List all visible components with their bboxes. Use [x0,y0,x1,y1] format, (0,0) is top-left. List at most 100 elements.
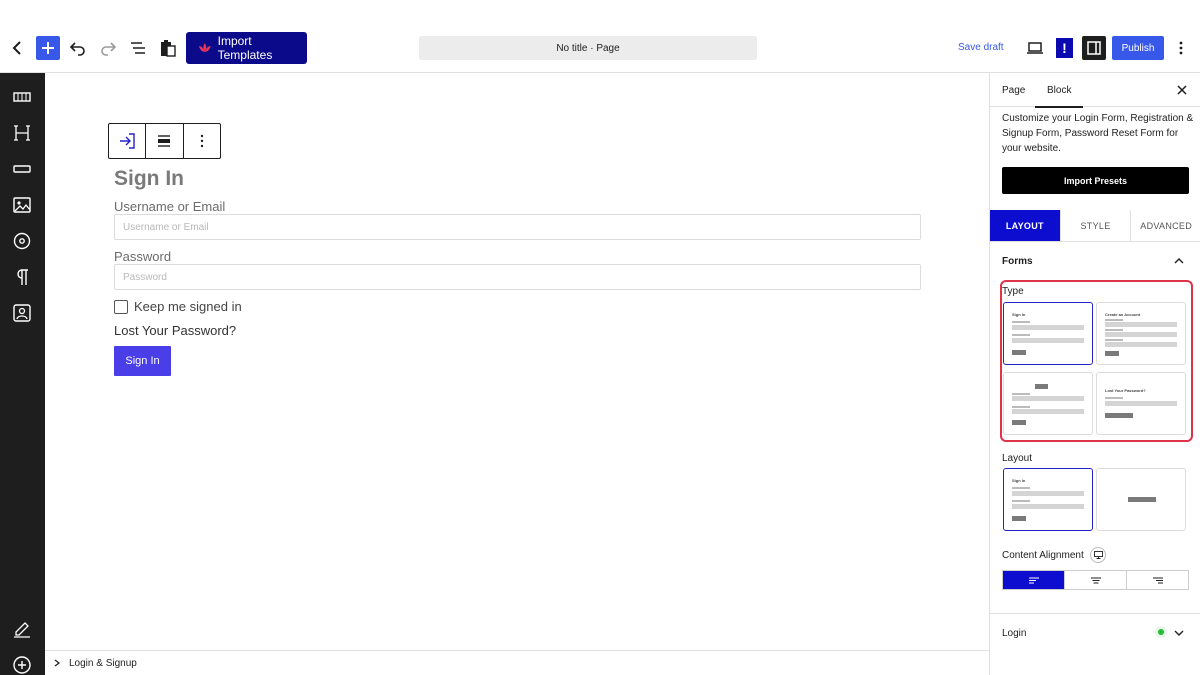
tab-style[interactable]: STYLE [1061,210,1132,241]
layout-label: Layout [1002,453,1033,464]
type-label: Type [1002,286,1024,297]
sign-in-button[interactable]: Sign In [114,346,171,376]
rail-edit-button[interactable] [12,619,32,639]
heading-icon [14,125,30,141]
thumb-line [1012,500,1030,502]
rail-item-image[interactable] [12,195,32,215]
redo-icon [101,42,117,56]
tab-advanced[interactable]: ADVANCED [1131,210,1200,241]
thumb-title: Lost Your Password? [1105,388,1146,393]
align-button[interactable] [146,124,184,158]
undo-button[interactable] [66,34,90,62]
thumb-line [1012,393,1030,395]
thumb-title: Sign In [1012,312,1026,317]
align-center-icon [1090,577,1101,583]
sidebar-tabs: Page Block [990,73,1200,108]
align-left-icon [1028,577,1039,583]
lost-password-link[interactable]: Lost Your Password? [114,323,236,338]
type-option-lost-password[interactable]: Lost Your Password? [1096,372,1186,435]
undo-icon [69,42,85,56]
thumb-field [1105,332,1177,337]
thumb-field [1105,322,1177,327]
align-right-button[interactable] [1127,571,1188,589]
thumb-title: Sign In [1012,478,1026,483]
rail-add-button[interactable] [12,655,32,675]
form-title: Sign In [114,167,184,190]
thumb-button [1012,516,1026,521]
document-title[interactable]: No title · Page [419,36,757,60]
settings-toggle-button[interactable] [1082,36,1106,60]
block-type-button[interactable] [109,124,147,158]
layout-option-inline[interactable]: Sign In [1003,468,1093,531]
remember-me-row: Keep me signed in [114,299,242,314]
desktop-icon [1093,551,1103,559]
password-input[interactable]: Password [114,264,921,290]
chevron-up-icon[interactable] [1174,256,1184,266]
plugin-alert-button[interactable]: ! [1056,38,1073,58]
options-menu-button[interactable] [1172,36,1190,60]
block-options-button[interactable] [184,124,220,158]
import-templates-button[interactable]: Import Templates [186,32,307,64]
rail-item-profile[interactable] [12,303,32,323]
add-circle-icon [13,656,31,674]
thumb-line [1012,334,1030,336]
align-justify-icon [158,135,171,147]
thumb-button [1012,420,1026,425]
align-center-button[interactable] [1065,571,1127,589]
disc-icon [13,232,31,250]
thumb-button [1105,351,1119,356]
rail-item-media[interactable] [12,231,32,251]
tab-layout[interactable]: LAYOUT [990,210,1061,241]
section-divider [990,613,1200,614]
rail-item-heading[interactable] [12,123,32,143]
tab-block[interactable]: Block [1034,85,1085,108]
password-label: Password [114,249,172,264]
login-icon [120,133,135,149]
chevron-left-icon [12,41,21,55]
type-option-sign-in[interactable]: Sign In [1003,302,1093,365]
thumb-button [1128,497,1156,502]
block-toolbar [108,123,221,159]
import-presets-button[interactable]: Import Presets [1002,167,1189,194]
thumb-field [1012,409,1084,414]
username-input[interactable]: Username or Email [114,214,921,240]
align-left-button[interactable] [1003,571,1065,589]
breadcrumb-item[interactable]: Login & Signup [69,658,137,669]
thumb-field [1012,396,1084,401]
vertical-ellipsis-icon [1179,41,1183,55]
publish-button[interactable]: Publish [1112,36,1164,60]
remember-me-checkbox[interactable] [114,299,128,314]
rail-item-slider[interactable] [12,87,32,107]
rail-item-button[interactable] [12,159,32,179]
thumb-line [1012,487,1030,489]
thumb-line [1012,321,1030,323]
thumb-field [1012,491,1084,496]
type-option-login-register-tabs[interactable] [1003,372,1093,435]
thumb-field [1105,401,1177,406]
chevron-down-icon[interactable] [1174,628,1184,638]
editor-canvas: Sign In Username or Email Username or Em… [45,73,989,650]
image-icon [13,197,31,213]
document-overview-button[interactable] [126,34,150,62]
close-icon[interactable] [1176,84,1188,96]
forms-section-toggle[interactable]: Forms [1002,256,1033,267]
clipboard-button[interactable] [156,34,180,62]
back-button[interactable] [6,34,30,62]
add-block-button[interactable] [36,36,60,60]
plus-icon [42,42,54,54]
layout-option-popup[interactable] [1096,468,1186,531]
rail-item-paragraph[interactable] [12,267,32,287]
login-section-toggle[interactable]: Login [1002,628,1026,639]
preview-button[interactable] [1024,38,1046,58]
type-option-register[interactable]: Create an Account [1096,302,1186,365]
block-breadcrumb: Login & Signup [45,650,989,675]
responsive-toggle[interactable] [1090,547,1106,563]
save-draft-button[interactable]: Save draft [958,42,1004,53]
tab-page[interactable]: Page [1002,85,1025,96]
thumb-button [1012,350,1026,355]
top-toolbar: Import Templates No title · Page Save dr… [0,0,1200,73]
thumb-field [1012,338,1084,343]
vertical-ellipsis-icon [200,134,204,148]
redo-button[interactable] [96,34,120,62]
remember-me-label: Keep me signed in [134,299,242,314]
